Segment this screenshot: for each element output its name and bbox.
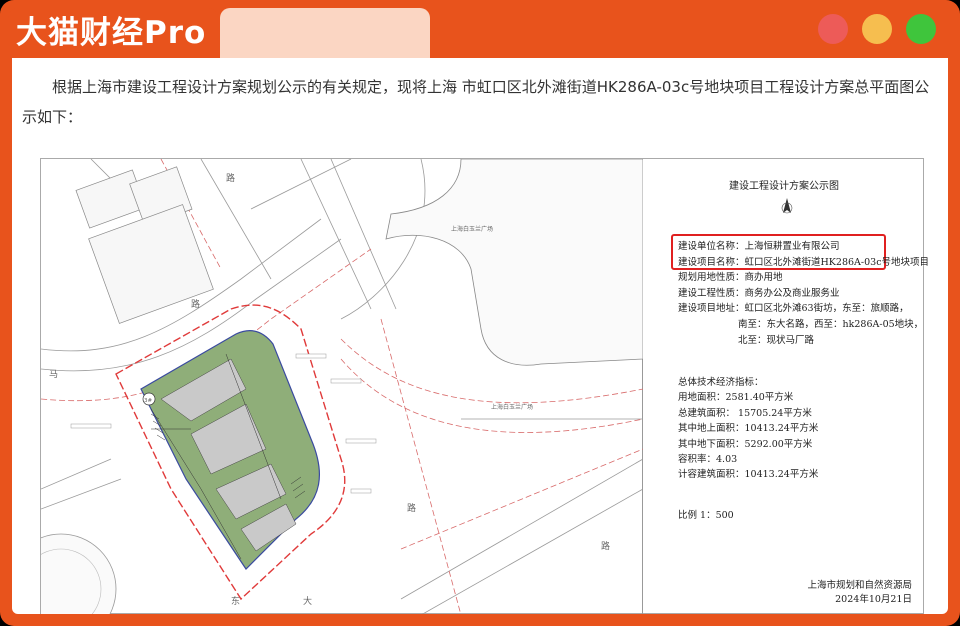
land-use-label: 规划用地性质： xyxy=(678,272,745,284)
site-badge-label: 3# xyxy=(144,398,152,404)
zoom-dot-icon[interactable] xyxy=(906,14,936,44)
brand-name: 大猫财经Pro xyxy=(16,15,207,51)
legend-title: 建设工程设计方案公示图 xyxy=(729,181,839,192)
article-panel: 根据上海市建设工程设计方案规划公示的有关规定，现将上海 市虹口区北外滩街道HK2… xyxy=(12,58,948,614)
stats-title: 总体技术经济指标： xyxy=(678,377,764,388)
plan-legend: 建设工程设计方案公示图 建设单位名称：上海恒耕置业有限公司 建设项目名称：虹口区… xyxy=(644,159,929,614)
app-frame: 大猫财经Pro 根据上海市建设工程设计方案规划公示的有关规定，现将上海 市虹口区… xyxy=(0,0,960,626)
site-plan-drawing: 上海白玉兰广场 上海白玉兰广场 3# 路 路 路 路 马 东 大 建设工程设计方… xyxy=(40,158,929,614)
road-glyph-3: 路 xyxy=(407,502,416,514)
stat-item: 其中地下面积：5292.00平方米 xyxy=(678,438,813,450)
brand-tab[interactable]: 大猫财经Pro xyxy=(8,8,218,58)
scale-text: 比例 1：500 xyxy=(678,510,734,521)
plaza-label-1: 上海白玉兰广场 xyxy=(451,225,493,233)
stat-item: 容积率：4.03 xyxy=(678,454,738,466)
issue-date: 2024年10月21日 xyxy=(835,594,912,605)
road-glyph-6: 东 xyxy=(231,595,240,607)
nature-label: 建设工程性质： xyxy=(678,287,745,299)
nature-row: 建设工程性质：商务办公及商业服务业 xyxy=(678,286,929,302)
address-line1: 虹口区北外滩63街坊，东至：旅顺路， xyxy=(744,303,909,315)
address-line3: 北至：现状马厂路 xyxy=(738,334,815,346)
agency-name: 上海市规划和自然资源局 xyxy=(807,580,912,591)
legend-info: 建设单位名称：上海恒耕置业有限公司 建设项目名称：虹口区北外滩街道HK286A-… xyxy=(678,239,929,348)
unit-label: 建设单位名称： xyxy=(678,241,745,252)
road-glyph-5: 马 xyxy=(49,369,58,380)
site-plan-svg: 上海白玉兰广场 上海白玉兰广场 3# 路 路 路 路 马 东 大 xyxy=(41,159,643,614)
close-dot-icon[interactable] xyxy=(818,14,848,44)
intro-paragraph: 根据上海市建设工程设计方案规划公示的有关规定，现将上海 市虹口区北外滩街道HK2… xyxy=(22,78,930,126)
stat-item: 用地面积：2581.40平方米 xyxy=(678,392,794,404)
secondary-tab[interactable] xyxy=(220,8,430,58)
stat-item: 总建筑面积： 15705.24平方米 xyxy=(678,407,812,419)
address-row: 建设项目地址：虹口区北外滩63街坊，东至：旅顺路， xyxy=(678,301,929,317)
stat-item: 其中地上面积：10413.24平方米 xyxy=(678,423,819,435)
plaza-label-2: 上海白玉兰广场 xyxy=(491,403,533,411)
project-value: 虹口区北外滩街道HK286A-03c号地块项目 xyxy=(744,256,930,268)
address-label: 建设项目地址： xyxy=(678,303,745,315)
site-plan-map: 上海白玉兰广场 上海白玉兰广场 3# 路 路 路 路 马 东 大 xyxy=(41,159,643,614)
road-glyph-7: 大 xyxy=(303,595,312,607)
road-glyph-1: 路 xyxy=(226,172,235,184)
north-arrow-icon xyxy=(781,198,793,214)
unit-row: 建设单位名称：上海恒耕置业有限公司 xyxy=(678,239,929,255)
minimize-dot-icon[interactable] xyxy=(862,14,892,44)
land-use-value: 商办用地 xyxy=(744,272,783,284)
unit-value: 上海恒耕置业有限公司 xyxy=(744,241,840,252)
project-label: 建设项目名称： xyxy=(678,256,745,268)
nature-value: 商务办公及商业服务业 xyxy=(744,287,840,299)
road-glyph-4: 路 xyxy=(601,540,610,552)
address-line2: 南至：东大名路，西至：hk286A-05地块， xyxy=(738,318,924,330)
project-row: 建设项目名称：虹口区北外滩街道HK286A-03c号地块项目 xyxy=(678,255,929,271)
road-glyph-2: 路 xyxy=(191,298,200,310)
stat-item: 计容建筑面积：10413.24平方米 xyxy=(678,469,819,481)
agency-block: 上海市规划和自然资源局 2024年10月21日 xyxy=(807,579,912,607)
window-controls xyxy=(818,14,936,44)
stats-block: 总体技术经济指标： 用地面积：2581.40平方米 总建筑面积： 15705.2… xyxy=(678,375,818,483)
land-use-row: 规划用地性质：商办用地 xyxy=(678,270,929,286)
